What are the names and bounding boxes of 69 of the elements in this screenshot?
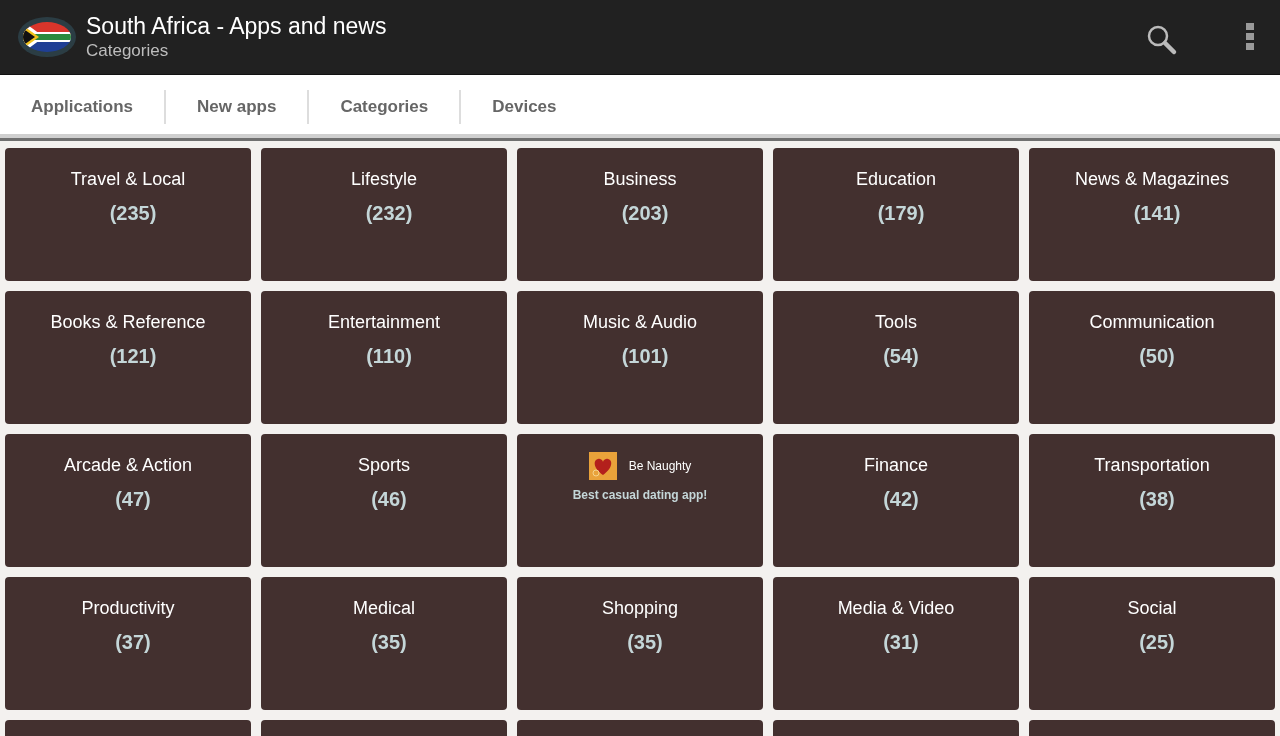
category-tile[interactable]: Education (179): [773, 148, 1019, 281]
category-count: (47): [115, 487, 151, 511]
category-tile[interactable]: Music & Audio (101): [517, 291, 763, 424]
category-name: News & Magazines: [1074, 168, 1230, 191]
category-count: (46): [371, 487, 407, 511]
category-tile[interactable]: Transportation (38): [1029, 434, 1275, 567]
category-count: (35): [371, 630, 407, 654]
tab[interactable]: Categories: [323, 96, 446, 117]
category-name: Transportation: [1094, 454, 1210, 477]
category-name: Media & Video: [837, 597, 955, 620]
category-name: Education: [855, 168, 937, 191]
category-name: Sports: [358, 454, 410, 477]
category-count: (37): [115, 630, 151, 654]
category-name: Business: [603, 168, 677, 191]
category-name: Travel & Local: [70, 168, 186, 191]
category-tile[interactable]: Entertainment (110): [261, 291, 507, 424]
category-name: Lifestyle: [350, 168, 417, 191]
category-tile[interactable]: Sports (46): [261, 434, 507, 567]
category-name: Social: [1127, 597, 1177, 620]
category-tile[interactable]: Productivity (37): [5, 577, 251, 710]
category-tile[interactable]: Books & Reference (121): [5, 291, 251, 424]
category-count: (232): [365, 201, 413, 225]
ad-tagline: Best casual dating app!: [572, 488, 708, 502]
category-count: (25): [1139, 630, 1175, 654]
category-name: Tools: [875, 311, 917, 334]
category-name: Finance: [863, 454, 928, 477]
category-tile[interactable]: Media & Video (31): [773, 577, 1019, 710]
category-count: (38): [1139, 487, 1175, 511]
category-tile[interactable]: Medical (35): [261, 577, 507, 710]
category-name: Communication: [1089, 311, 1215, 334]
category-tile[interactable]: Travel & Local (235): [5, 148, 251, 281]
tab[interactable]: New apps: [180, 96, 294, 117]
category-tile[interactable]: News & Magazines (141): [1029, 148, 1275, 281]
tab[interactable]: Devices: [475, 96, 574, 117]
category-name: Arcade & Action: [63, 454, 193, 477]
category-tile[interactable]: Arcade & Action (47): [5, 434, 251, 567]
menu-icon[interactable]: [1246, 23, 1254, 51]
category-name: Books & Reference: [50, 311, 206, 334]
category-count: (35): [627, 630, 663, 654]
category-tile[interactable]: Social (25): [1029, 577, 1275, 710]
category-count: (101): [621, 344, 669, 368]
category-tile[interactable]: Finance (42): [773, 434, 1019, 567]
category-count: (54): [883, 344, 919, 368]
app-subtitle: Categories: [86, 40, 170, 62]
category-count: (42): [883, 487, 919, 511]
category-count: (50): [1139, 344, 1175, 368]
ad-tile[interactable]: Be Naughty Best casual dating app!: [517, 434, 763, 567]
app-title: South Africa - Apps and news: [86, 12, 388, 40]
ad-app-name: Be Naughty: [628, 459, 692, 473]
category-count: (179): [877, 201, 925, 225]
category-tile[interactable]: Communication (50): [1029, 291, 1275, 424]
category-tile[interactable]: Shopping (35): [517, 577, 763, 710]
category-count: (121): [109, 344, 157, 368]
category-count: (31): [883, 630, 919, 654]
category-name: Music & Audio: [582, 311, 698, 334]
category-tile[interactable]: Lifestyle (232): [261, 148, 507, 281]
tab[interactable]: Applications: [14, 96, 150, 117]
category-count: (110): [366, 344, 412, 368]
category-name: Productivity: [81, 597, 175, 620]
flag-logo-icon[interactable]: [16, 15, 78, 59]
category-name: Medical: [353, 597, 415, 620]
category-name: Shopping: [601, 597, 679, 620]
category-tile[interactable]: Tools (54): [773, 291, 1019, 424]
category-tile[interactable]: Business (203): [517, 148, 763, 281]
category-count: (203): [621, 201, 669, 225]
category-name: Entertainment: [327, 311, 441, 334]
search-icon[interactable]: [1146, 24, 1178, 56]
category-count: (141): [1133, 201, 1181, 225]
category-count: (235): [109, 201, 157, 225]
